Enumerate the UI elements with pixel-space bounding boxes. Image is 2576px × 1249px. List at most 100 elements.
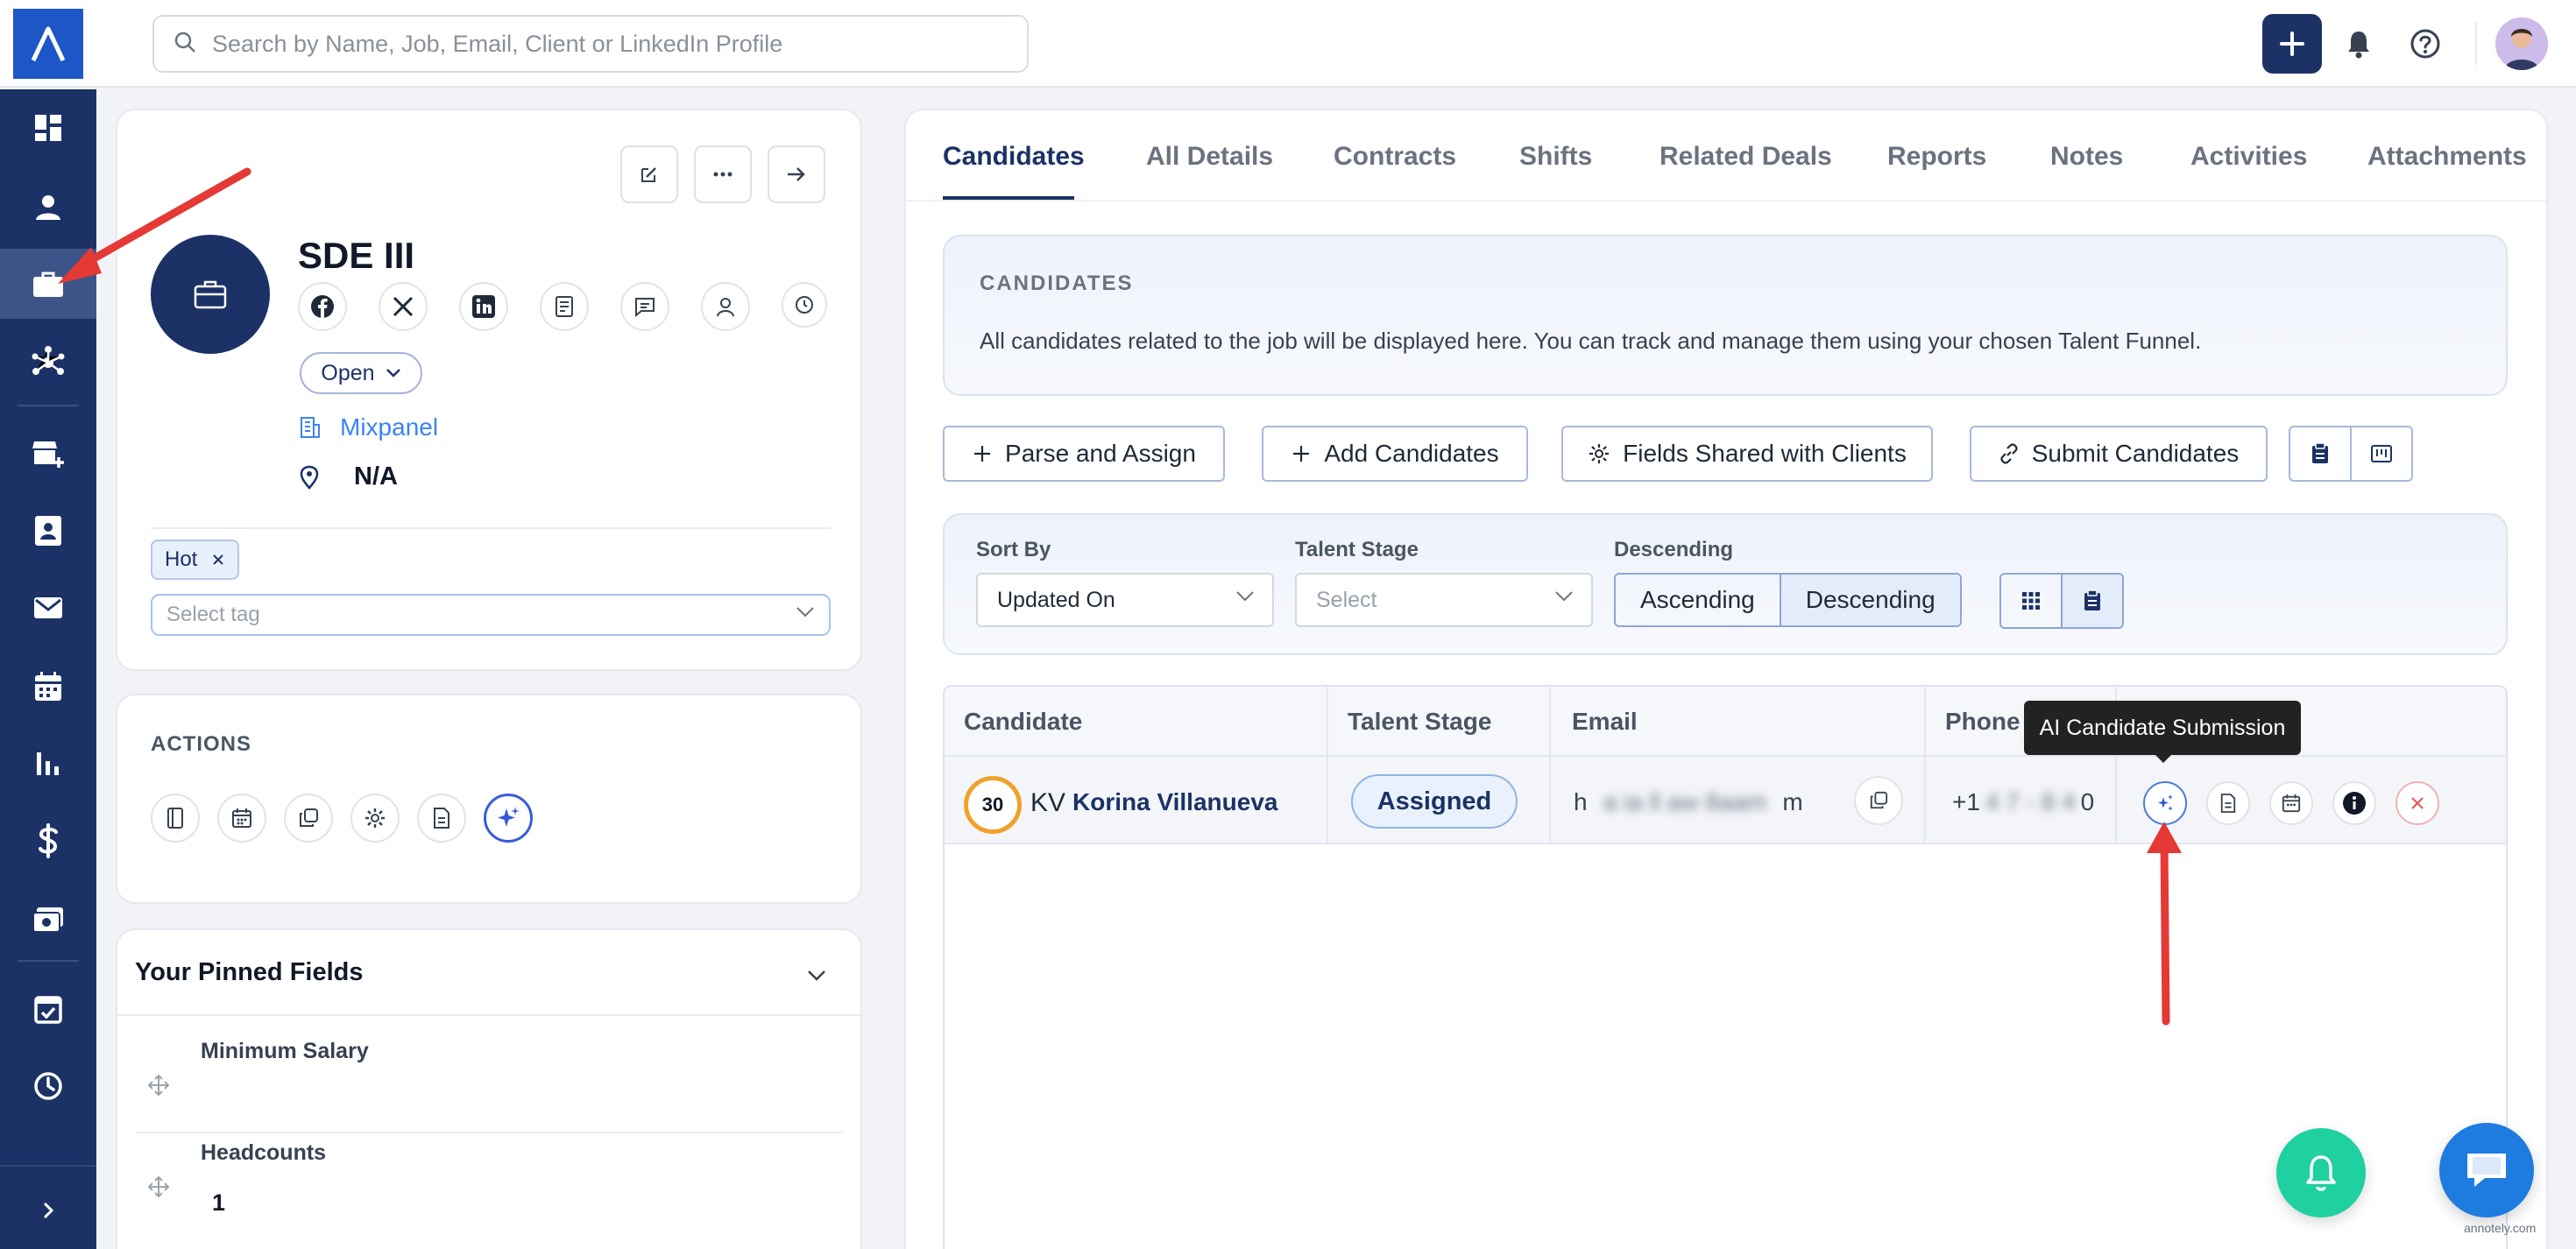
x-twitter-button[interactable] bbox=[379, 282, 428, 331]
schedule-button[interactable] bbox=[2269, 781, 2313, 825]
more-button[interactable] bbox=[694, 145, 752, 203]
chevron-down-icon[interactable] bbox=[806, 969, 827, 983]
notebook-action-button[interactable] bbox=[151, 794, 200, 843]
help-icon[interactable] bbox=[2408, 26, 2443, 61]
tab-shifts[interactable]: Shifts bbox=[1519, 142, 1592, 172]
column-header-talent-stage[interactable]: Talent Stage bbox=[1348, 708, 1491, 736]
tab-contracts[interactable]: Contracts bbox=[1334, 142, 1456, 172]
chat-icon bbox=[635, 298, 655, 317]
resume-button[interactable] bbox=[2206, 781, 2250, 825]
message-button[interactable] bbox=[620, 282, 669, 331]
tab-activities[interactable]: Activities bbox=[2190, 142, 2307, 172]
linkedin-button[interactable] bbox=[459, 282, 508, 331]
x-icon bbox=[393, 296, 414, 317]
calendar-icon bbox=[232, 808, 251, 828]
sidebar-item-clients[interactable] bbox=[0, 419, 96, 489]
sparkle-icon bbox=[2158, 794, 2173, 811]
tab-all-details[interactable]: All Details bbox=[1146, 142, 1273, 172]
sparkle-icon bbox=[498, 807, 520, 827]
talent-stage-dropdown[interactable]: Select bbox=[1295, 573, 1593, 627]
ascending-button[interactable]: Ascending bbox=[1616, 575, 1780, 625]
ai-candidate-submission-button[interactable] bbox=[2143, 781, 2187, 825]
document-icon bbox=[2220, 794, 2236, 813]
avatar[interactable] bbox=[2495, 18, 2548, 70]
list-view-button[interactable] bbox=[2061, 575, 2122, 627]
job-avatar bbox=[151, 235, 270, 354]
sidebar-item-network[interactable] bbox=[0, 328, 96, 398]
notifications-fab[interactable] bbox=[2276, 1128, 2366, 1217]
duplicate-action-button[interactable] bbox=[284, 794, 333, 843]
facebook-button[interactable] bbox=[298, 282, 347, 331]
owner-button[interactable] bbox=[701, 282, 750, 331]
tab-attachments[interactable]: Attachments bbox=[2367, 142, 2527, 172]
job-description-button[interactable] bbox=[540, 282, 589, 331]
search-bar[interactable] bbox=[152, 15, 1029, 73]
sidebar-item-payments[interactable] bbox=[0, 885, 96, 955]
logo-icon[interactable] bbox=[13, 9, 83, 79]
sort-by-dropdown[interactable]: Updated On bbox=[976, 573, 1274, 627]
info-button[interactable] bbox=[2332, 781, 2376, 825]
ai-action-button[interactable] bbox=[484, 794, 533, 843]
sidebar-item-contacts[interactable] bbox=[0, 496, 96, 566]
tag-select[interactable]: Select tag bbox=[151, 594, 831, 636]
column-header-phone[interactable]: Phone bbox=[1945, 708, 2020, 736]
client-name[interactable]: Mixpanel bbox=[340, 413, 438, 441]
grid-view-button[interactable] bbox=[2001, 575, 2061, 627]
candidate-email[interactable]: h a ia ll aw 8aam m bbox=[1574, 788, 1803, 816]
sort-by-value: Updated On bbox=[997, 587, 1115, 612]
remove-candidate-button[interactable] bbox=[2396, 781, 2439, 825]
sidebar-item-calendar[interactable] bbox=[0, 652, 96, 722]
candidate-phone[interactable]: +1 4 7 - 8 40 bbox=[1952, 788, 2094, 816]
clipboard-view-button[interactable] bbox=[2290, 427, 2350, 480]
sidebar-item-dashboard[interactable] bbox=[0, 93, 96, 163]
sidebar-item-mail[interactable] bbox=[0, 573, 96, 643]
column-header-email[interactable]: Email bbox=[1572, 708, 1638, 736]
fields-shared-button[interactable]: Fields Shared with Clients bbox=[1561, 426, 1933, 482]
column-header-candidate[interactable]: Candidate bbox=[964, 708, 1082, 736]
client-link[interactable]: Mixpanel bbox=[300, 413, 438, 441]
drag-handle-icon[interactable] bbox=[147, 1175, 170, 1198]
schedule-action-button[interactable] bbox=[217, 794, 266, 843]
open-button[interactable] bbox=[768, 145, 825, 203]
sidebar-item-tasks[interactable] bbox=[0, 974, 96, 1044]
sidebar-item-candidates[interactable] bbox=[0, 172, 96, 242]
sidebar-item-history[interactable] bbox=[0, 1051, 96, 1121]
sidebar-item-finance[interactable] bbox=[0, 806, 96, 876]
submit-candidates-button[interactable]: Submit Candidates bbox=[1970, 426, 2268, 482]
info-icon bbox=[2343, 792, 2366, 815]
chat-support-fab[interactable] bbox=[2439, 1123, 2534, 1217]
sidebar-item-reports[interactable] bbox=[0, 729, 96, 799]
chart-icon bbox=[37, 752, 59, 775]
chevron-down-icon bbox=[796, 607, 814, 617]
add-candidates-button[interactable]: Add Candidates bbox=[1262, 426, 1528, 482]
document-action-button[interactable] bbox=[417, 794, 466, 843]
bell-icon[interactable] bbox=[2341, 26, 2376, 61]
tab-reports[interactable]: Reports bbox=[1887, 142, 1986, 172]
sidebar bbox=[0, 89, 96, 1249]
store-add-icon bbox=[32, 441, 64, 468]
descending-button[interactable]: Descending bbox=[1779, 575, 1960, 625]
talent-stage-badge[interactable]: Assigned bbox=[1351, 774, 1518, 829]
history-button[interactable] bbox=[782, 282, 827, 328]
pinned-fields-card: Your Pinned Fields Minimum Salary Headco… bbox=[116, 928, 862, 1249]
search-input[interactable] bbox=[212, 30, 983, 58]
talent-stage-label: Talent Stage bbox=[1295, 538, 1419, 561]
job-status-dropdown[interactable]: Open bbox=[300, 352, 422, 394]
drag-handle-icon[interactable] bbox=[147, 1074, 170, 1097]
plus-icon bbox=[974, 446, 991, 462]
candidate-name-link[interactable]: Korina Villanueva bbox=[1072, 788, 1277, 816]
sidebar-expand-button[interactable] bbox=[0, 1175, 96, 1245]
create-button[interactable] bbox=[2262, 14, 2322, 74]
edit-button[interactable] bbox=[620, 145, 678, 203]
tab-related-deals[interactable]: Related Deals bbox=[1660, 142, 1832, 172]
kanban-view-button[interactable] bbox=[2350, 427, 2411, 480]
tab-candidates[interactable]: Candidates bbox=[943, 142, 1085, 172]
sidebar-separator bbox=[18, 405, 79, 406]
close-icon[interactable] bbox=[211, 553, 225, 567]
parse-and-assign-button[interactable]: Parse and Assign bbox=[943, 426, 1225, 482]
sidebar-item-jobs[interactable] bbox=[0, 249, 96, 319]
settings-action-button[interactable] bbox=[350, 794, 400, 843]
copy-email-button[interactable] bbox=[1854, 776, 1903, 825]
info-text: All candidates related to the job will b… bbox=[980, 328, 2202, 354]
tab-notes[interactable]: Notes bbox=[2050, 142, 2123, 172]
